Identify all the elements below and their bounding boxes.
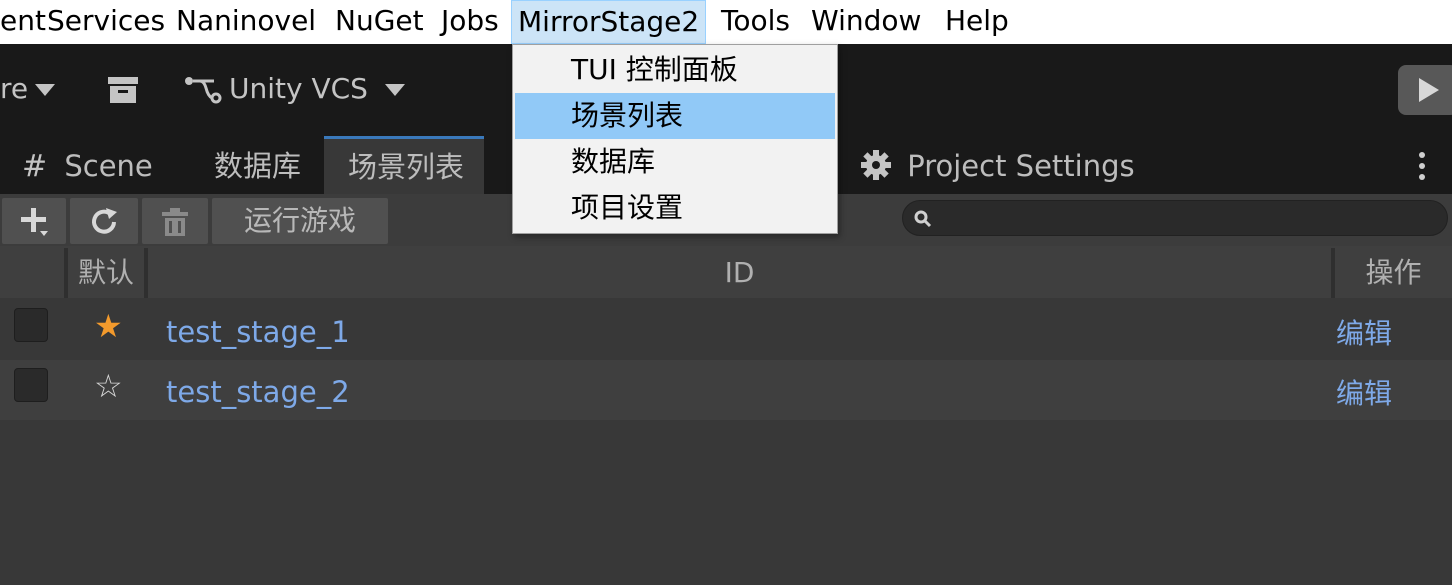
tab-scene-list[interactable]: 场景列表 (324, 136, 484, 194)
play-button[interactable] (1398, 65, 1452, 115)
menu-component-partial[interactable]: ent (0, 0, 46, 44)
vcs-label[interactable]: Unity VCS (229, 72, 368, 105)
column-header-actions[interactable]: 操作 (1335, 246, 1452, 298)
tab-database[interactable]: 数据库 (214, 136, 301, 194)
mirrorstage2-dropdown-menu: TUI 控制面板 场景列表 数据库 项目设置 (512, 44, 838, 234)
default-star-icon[interactable]: ★ (94, 306, 123, 346)
chevron-down-icon[interactable] (384, 83, 406, 97)
toolbar-partial-dropdown-label[interactable]: re (0, 72, 28, 105)
refresh-icon (92, 208, 117, 234)
menu-window[interactable]: Window (811, 0, 921, 44)
tab-project-settings[interactable]: Project Settings (860, 136, 1135, 194)
column-header-default[interactable]: 默认 (68, 246, 144, 298)
row-checkbox[interactable] (14, 308, 48, 342)
default-star-icon[interactable]: ☆ (94, 366, 123, 406)
menu-item-tui-control-panel[interactable]: TUI 控制面板 (515, 47, 835, 93)
stage-id[interactable]: test_stage_2 (166, 372, 350, 412)
menu-item-database[interactable]: 数据库 (515, 139, 835, 185)
table-row[interactable]: ☆ test_stage_2 编辑 (0, 360, 1452, 420)
menu-tools[interactable]: Tools (721, 0, 790, 44)
column-header-id[interactable]: ID (148, 246, 1331, 298)
tab-scene[interactable]: # Scene (22, 136, 173, 194)
stage-id[interactable]: test_stage_1 (166, 312, 350, 352)
archive-icon[interactable] (107, 76, 139, 104)
edit-link[interactable]: 编辑 (1336, 374, 1392, 414)
table-row[interactable]: ★ test_stage_1 编辑 (0, 300, 1452, 360)
refresh-button[interactable] (70, 198, 138, 244)
tab-project-settings-label: Project Settings (907, 149, 1135, 183)
menu-services[interactable]: Services (47, 0, 165, 44)
menu-nuget[interactable]: NuGet (335, 0, 424, 44)
trash-icon (162, 208, 188, 236)
edit-link[interactable]: 编辑 (1336, 314, 1392, 354)
menu-item-scene-list[interactable]: 场景列表 (515, 93, 835, 139)
search-icon (914, 210, 932, 228)
menu-mirrorstage2[interactable]: MirrorStage2 (511, 0, 707, 44)
chevron-down-icon[interactable] (34, 83, 56, 97)
hash-icon: # (22, 149, 48, 184)
tab-scene-label: Scene (64, 149, 153, 183)
menu-jobs[interactable]: Jobs (441, 0, 499, 44)
delete-button[interactable] (142, 198, 208, 244)
menu-help[interactable]: Help (945, 0, 1009, 44)
search-input[interactable] (902, 200, 1448, 236)
add-button[interactable] (2, 198, 66, 244)
plus-icon (21, 208, 48, 236)
menu-item-project-settings[interactable]: 项目设置 (515, 185, 835, 231)
branch-icon (185, 77, 222, 104)
menu-naninovel[interactable]: Naninovel (176, 0, 316, 44)
play-icon (1419, 78, 1439, 102)
run-game-button[interactable]: 运行游戏 (212, 198, 388, 244)
more-options-icon[interactable] (1417, 151, 1427, 181)
row-checkbox[interactable] (14, 368, 48, 402)
gear-icon (861, 150, 891, 180)
